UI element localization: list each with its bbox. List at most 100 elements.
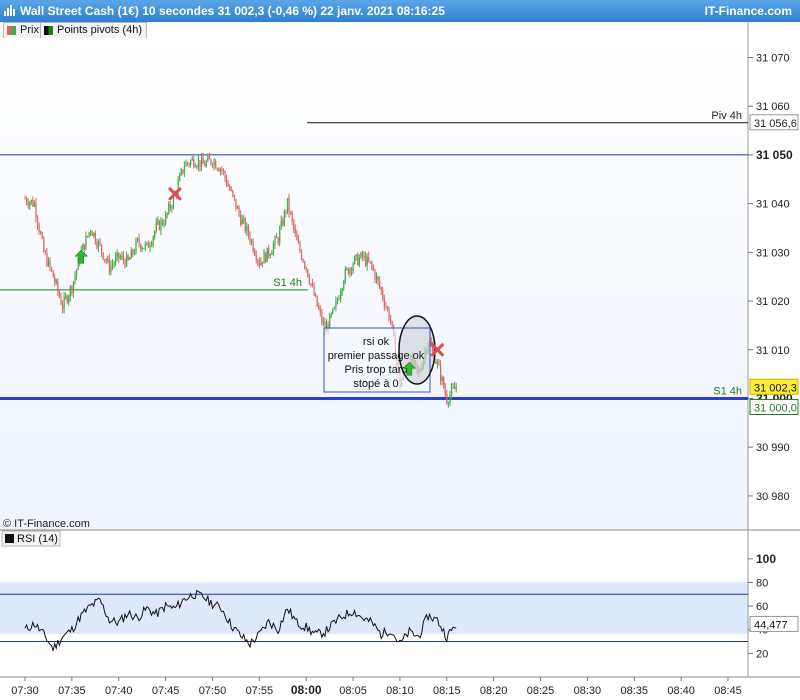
candle-body [24,198,26,200]
candle-body [124,260,126,267]
price-axis-label: 31 040 [756,199,790,211]
candle-body [436,361,439,364]
candle-body [444,387,446,394]
candle-body [374,270,376,280]
price-candle [316,295,318,307]
time-axis-label: 08:40 [667,685,695,697]
rsi-axis-label: 20 [756,648,768,660]
candle-body [215,160,217,169]
price-candle [266,247,268,262]
candle-body [346,268,348,270]
candle-body [213,160,215,166]
candle-body [204,163,206,167]
candle-body [161,220,164,225]
candle-body [108,258,111,272]
candle-body [265,252,267,262]
candle-body [322,322,325,324]
candle-body [66,296,68,303]
candle-body [140,244,142,250]
candle-body [372,265,375,271]
candle-body [450,387,453,396]
candle-body [438,361,440,366]
candle-body [171,206,173,209]
candle-body [129,258,131,260]
candle-body [180,169,182,175]
candle-body [116,252,118,257]
candle-body [351,268,353,271]
time-axis-label: 08:20 [480,685,508,697]
rsi-zone [0,582,748,634]
candle-body [336,299,339,301]
candle-body [316,295,318,307]
time-axis-label: 07:50 [199,685,227,697]
candle-body [249,235,251,242]
price-candle [82,243,84,251]
candle-body [383,298,386,307]
candle-body [321,312,323,323]
candle-body [313,285,315,296]
candle-body [169,204,171,209]
price-axis-label: 31 050 [756,148,793,162]
candle-body [166,213,168,215]
candle-body [241,218,243,225]
candle-body [446,393,448,404]
rsi-axis-label: 100 [756,552,776,566]
candle-body [280,220,282,229]
candle-body [349,268,351,275]
candle-body [208,156,211,160]
candle-body [41,233,43,239]
candle-body [207,156,209,162]
candle-body [361,252,364,258]
candle-body [277,238,279,243]
candle-body [297,240,300,244]
price-candle [158,219,161,231]
price-candle [143,247,145,249]
candle-body [158,220,161,230]
candle-body [149,245,151,248]
candle-body [311,283,314,286]
candle-body [443,377,445,388]
candle-body [102,252,104,260]
candle-body [454,387,456,390]
legend-label-rsi: RSI (14) [17,533,58,545]
pivot-value-tag-text: 31 056,6 [754,118,797,130]
candle-body [121,255,123,258]
candle-body [57,280,59,292]
rsi-axis-label: 80 [756,577,768,589]
candle-body [44,251,47,253]
rsi-value-tag-text: 44,477 [754,619,788,631]
candle-body [36,217,39,225]
price-candle [443,376,445,389]
candle-body [435,362,437,364]
time-axis-label: 08:30 [574,685,602,697]
candle-body [43,238,45,252]
candle-body [155,223,157,232]
candle-body [190,160,192,165]
candle-body [133,252,136,254]
candle-body [111,264,114,266]
support-label-2: S1 4h [713,385,742,397]
candle-body [113,263,115,265]
candle-body [221,169,223,171]
price-axis-label: 31 070 [756,52,790,64]
candle-body [224,171,226,179]
candle-body [194,166,196,168]
candle-body [115,256,117,264]
candle-body [338,298,340,300]
candle-body [363,255,365,258]
time-axis-label: 07:55 [246,685,274,697]
price-panel [0,38,748,530]
candle-body [85,235,87,250]
candle-body [226,178,228,185]
price-candle [347,267,350,276]
candle-body [201,157,203,168]
candle-body [105,259,107,262]
price-candle [360,251,362,259]
candle-body [276,236,278,239]
candle-body [315,295,317,297]
price-axis-label: 31 010 [756,345,790,357]
candle-body [96,242,98,248]
candle-body [122,255,125,261]
candle-body [247,226,250,236]
candle-body [335,300,337,307]
